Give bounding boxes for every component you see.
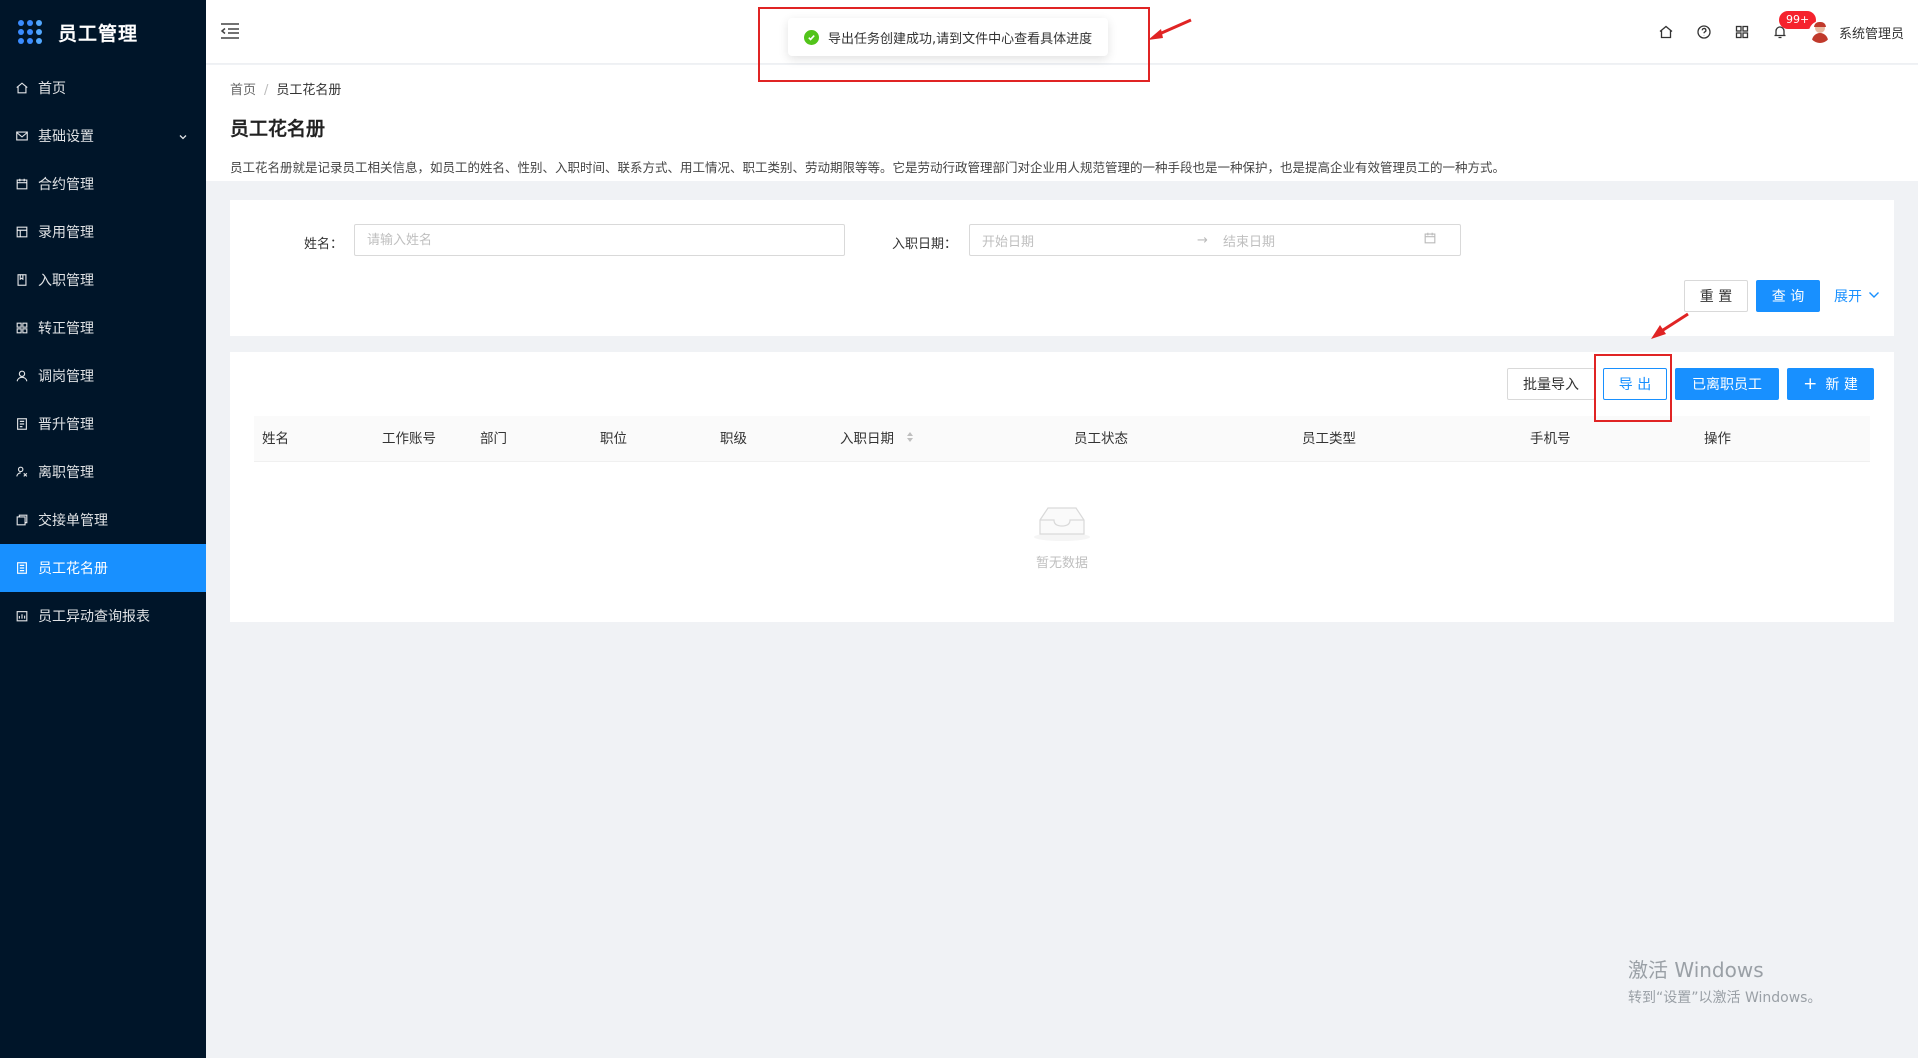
page-description: 员工花名册就是记录员工相关信息，如员工的姓名、性别、入职时间、联系方式、用工情况… xyxy=(230,160,1506,175)
help-icon[interactable] xyxy=(1685,13,1723,51)
sidebar-item-label: 入职管理 xyxy=(38,273,94,289)
batch-import-button[interactable]: 批量导入 xyxy=(1507,368,1595,400)
col-hire-date[interactable]: 入职日期 xyxy=(840,416,914,462)
sort-icon[interactable] xyxy=(906,416,914,462)
name-input[interactable] xyxy=(354,224,845,256)
col-phone: 手机号 xyxy=(1530,431,1571,447)
sidebar-menu: 首页 基础设置 合约管理 录用管理 入职管理 转正管理 调岗管理 晋升管理 离职… xyxy=(0,64,206,640)
col-hire-date-label: 入职日期 xyxy=(840,431,894,447)
annotation-box-toast xyxy=(758,7,1150,82)
sidebar-item-hiring[interactable]: 录用管理 xyxy=(0,208,206,256)
sidebar-item-label: 转正管理 xyxy=(38,321,94,337)
home-icon[interactable] xyxy=(1647,13,1685,51)
sidebar-item-label: 员工花名册 xyxy=(38,561,108,577)
sidebar-item-contracts[interactable]: 合约管理 xyxy=(0,160,206,208)
chevron-down-icon xyxy=(1868,288,1880,304)
resigned-employees-button[interactable]: 已离职员工 xyxy=(1675,368,1779,400)
col-account: 工作账号 xyxy=(382,431,436,447)
app-switch-icon[interactable] xyxy=(1723,13,1761,51)
annotation-arrow-export xyxy=(1651,312,1689,339)
annotation-box-export xyxy=(1594,354,1672,422)
start-date-input[interactable]: 开始日期 xyxy=(982,231,1197,250)
breadcrumb-current: 员工花名册 xyxy=(276,83,342,98)
sidebar-item-label: 交接单管理 xyxy=(38,513,108,529)
annotation-arrow-toast xyxy=(1148,18,1192,40)
notification-bell-icon[interactable]: 99+ xyxy=(1761,11,1817,51)
sidebar-item-home[interactable]: 首页 xyxy=(0,64,206,112)
book-icon xyxy=(14,272,30,288)
page-title: 员工花名册 xyxy=(230,118,326,140)
empty-text: 暂无数据 xyxy=(1035,556,1088,571)
sidebar-item-label: 基础设置 xyxy=(38,129,94,145)
new-button-label: 新 建 xyxy=(1825,377,1858,393)
app-title: 员工管理 xyxy=(58,22,139,45)
table-icon xyxy=(14,224,30,240)
reset-button[interactable]: 重 置 xyxy=(1684,280,1748,312)
sidebar-item-transfer[interactable]: 调岗管理 xyxy=(0,352,206,400)
search-form: 姓名： 入职日期： 开始日期 → 结束日期 重 置 查 询 展开 xyxy=(230,200,1894,336)
col-status: 员工状态 xyxy=(1074,431,1128,447)
col-department: 部门 xyxy=(480,431,507,447)
col-type: 员工类型 xyxy=(1302,431,1356,447)
sidebar-item-label: 员工异动查询报表 xyxy=(38,609,150,625)
page-header: 首页 / 员工花名册 员工花名册 员工花名册就是记录员工相关信息，如员工的姓名、性别… xyxy=(206,65,1918,181)
header-actions: 99+ 系统管理员 xyxy=(1647,0,1918,64)
col-grade: 职级 xyxy=(720,431,747,447)
calendar-icon xyxy=(1423,231,1437,249)
sidebar-item-label: 合约管理 xyxy=(38,177,94,193)
empty-state: 暂无数据 xyxy=(230,502,1894,571)
app-logo[interactable]: 员工管理 xyxy=(0,0,206,64)
leave-icon xyxy=(14,464,30,480)
copy-icon xyxy=(14,512,30,528)
grid-icon xyxy=(14,320,30,336)
arrow-right-icon: → xyxy=(1197,232,1208,248)
mail-icon xyxy=(14,128,30,144)
sidebar-item-resignation[interactable]: 离职管理 xyxy=(0,448,206,496)
empty-inbox-icon xyxy=(1030,507,1094,546)
chart-report-icon xyxy=(14,608,30,624)
chevron-down-icon xyxy=(178,130,188,146)
sidebar-item-roster[interactable]: 员工花名册 xyxy=(0,544,206,592)
sidebar-item-onboarding[interactable]: 入职管理 xyxy=(0,256,206,304)
watermark-line1: 激活 Windows xyxy=(1628,958,1764,982)
breadcrumb-home[interactable]: 首页 xyxy=(230,83,256,98)
sidebar-item-label: 调岗管理 xyxy=(38,369,94,385)
windows-activation-watermark: 激活 Windows 转到“设置”以激活 Windows。 xyxy=(1628,954,1821,1007)
date-range-picker[interactable]: 开始日期 → 结束日期 xyxy=(969,224,1461,256)
expand-label: 展开 xyxy=(1834,289,1862,305)
sidebar-item-label: 离职管理 xyxy=(38,465,94,481)
plus-icon: + xyxy=(1803,373,1818,394)
report-icon xyxy=(14,416,30,432)
end-date-input[interactable]: 结束日期 xyxy=(1223,231,1423,250)
sidebar-item-promotion[interactable]: 晋升管理 xyxy=(0,400,206,448)
sidebar-item-handover[interactable]: 交接单管理 xyxy=(0,496,206,544)
calendar-icon xyxy=(14,176,30,192)
home-icon xyxy=(14,80,30,96)
sidebar-item-regularization[interactable]: 转正管理 xyxy=(0,304,206,352)
sidebar-item-label: 录用管理 xyxy=(38,225,94,241)
sidebar-item-basic-settings[interactable]: 基础设置 xyxy=(0,112,206,160)
sidebar-item-label: 晋升管理 xyxy=(38,417,94,433)
sidebar-item-change-report[interactable]: 员工异动查询报表 xyxy=(0,592,206,640)
table-header: 姓名 工作账号 部门 职位 职级 入职日期 员工状态 员工类型 手机号 操作 xyxy=(254,416,1870,462)
roster-icon xyxy=(14,560,30,576)
user-menu[interactable]: 系统管理员 xyxy=(1808,21,1904,43)
new-button[interactable]: + 新 建 xyxy=(1787,368,1874,400)
watermark-line2: 转到“设置”以激活 Windows。 xyxy=(1628,990,1822,1006)
col-position: 职位 xyxy=(600,431,627,447)
sidebar-item-label: 首页 xyxy=(38,81,66,97)
expand-toggle[interactable]: 展开 xyxy=(1834,286,1880,306)
sidebar: 员工管理 首页 基础设置 合约管理 录用管理 入职管理 转正管理 调岗管理 晋升… xyxy=(0,0,206,1058)
query-button[interactable]: 查 询 xyxy=(1756,280,1820,312)
username: 系统管理员 xyxy=(1838,26,1904,42)
avatar xyxy=(1808,21,1831,43)
menu-fold-icon[interactable] xyxy=(220,22,242,42)
user-icon xyxy=(14,368,30,384)
date-label: 入职日期： xyxy=(892,237,958,252)
name-label: 姓名： xyxy=(304,237,344,252)
apps-grid-icon xyxy=(18,20,42,44)
col-actions: 操作 xyxy=(1704,431,1731,447)
col-name: 姓名 xyxy=(262,431,289,447)
